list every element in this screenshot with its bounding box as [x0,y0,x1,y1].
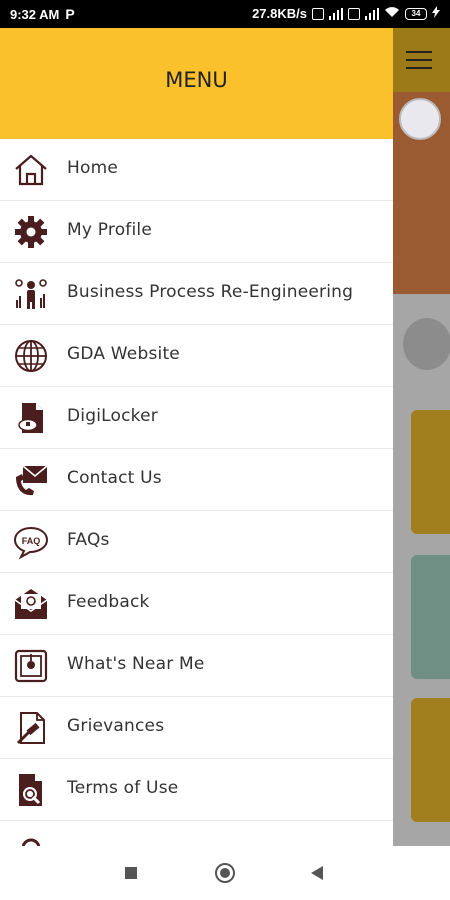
background-app-header [393,28,450,92]
menu-item-whats-near-me[interactable]: What's Near Me [0,635,393,697]
menu-item-faqs[interactable]: FAQ FAQs [0,511,393,573]
menu-item-contact-us[interactable]: Contact Us [0,449,393,511]
app-notification-icon: P [65,6,75,22]
gda-logo [399,98,441,140]
menu-item-grievances[interactable]: Grievances [0,697,393,759]
home-button[interactable] [215,863,235,883]
feedback-icon [13,586,49,622]
menu-item-label: DigiLocker [67,406,158,426]
home-icon [13,152,49,188]
signal-icon [329,7,343,20]
system-nav-bar [0,846,450,900]
menu-item-label: Grievances [67,716,165,736]
faq-icon: FAQ [13,524,49,560]
background-card-2 [411,555,450,679]
background-card-1 [411,410,450,534]
charging-icon [432,6,440,21]
menu-item-home[interactable]: Home [0,139,393,201]
drawer-header: MENU [0,28,393,139]
menu-item-digilocker[interactable]: DigiLocker [0,387,393,449]
location-icon [13,648,49,684]
menu-title: MENU [165,68,228,92]
avatar [403,318,450,370]
background-app-screen [393,28,450,846]
volte-icon [312,7,324,20]
menu-item-label: Contact Us [67,468,162,488]
menu-item-label: Business Process Re-Engineering [67,282,354,302]
digilocker-icon [13,400,49,436]
menu-item-label: What's Near Me [67,654,205,674]
navigation-drawer: MENU Home My Profile Business Process Re… [0,28,393,846]
menu-item-gda-website[interactable]: GDA Website [0,325,393,387]
signal-icon-2 [365,7,379,20]
wifi-icon [384,6,400,21]
background-card-3 [411,698,450,822]
menu-item-label: Terms of Use [67,778,179,798]
terms-icon [13,772,49,808]
menu-item-terms-of-use[interactable]: Terms of Use [0,759,393,821]
battery-icon: 34 [405,7,427,20]
network-speed: 27.8KB/s [252,6,307,21]
menu-list: Home My Profile Business Process Re-Engi… [0,139,393,846]
privacy-icon [13,834,49,846]
volte-icon-2 [348,7,360,20]
globe-icon [13,338,49,374]
business-process-icon [13,276,49,312]
menu-item-label: My Profile [67,220,152,240]
grievance-icon [13,710,49,746]
menu-item-my-profile[interactable]: My Profile [0,201,393,263]
menu-item-feedback[interactable]: Feedback [0,573,393,635]
recents-button[interactable] [125,867,137,879]
status-time: 9:32 AM [10,6,60,22]
menu-item-business-process[interactable]: Business Process Re-Engineering [0,263,393,325]
svg-text:FAQ: FAQ [22,536,41,546]
gear-icon [13,214,49,250]
menu-item-partial[interactable] [0,821,393,846]
status-bar: 9:32 AM P 27.8KB/s 34 [0,0,450,28]
menu-item-label: FAQs [67,530,110,550]
back-button[interactable] [311,866,323,880]
menu-item-label: Feedback [67,592,150,612]
hamburger-menu-icon[interactable] [406,51,432,69]
contact-icon [13,462,49,498]
menu-item-label: GDA Website [67,344,180,364]
menu-item-label: Home [67,158,119,178]
